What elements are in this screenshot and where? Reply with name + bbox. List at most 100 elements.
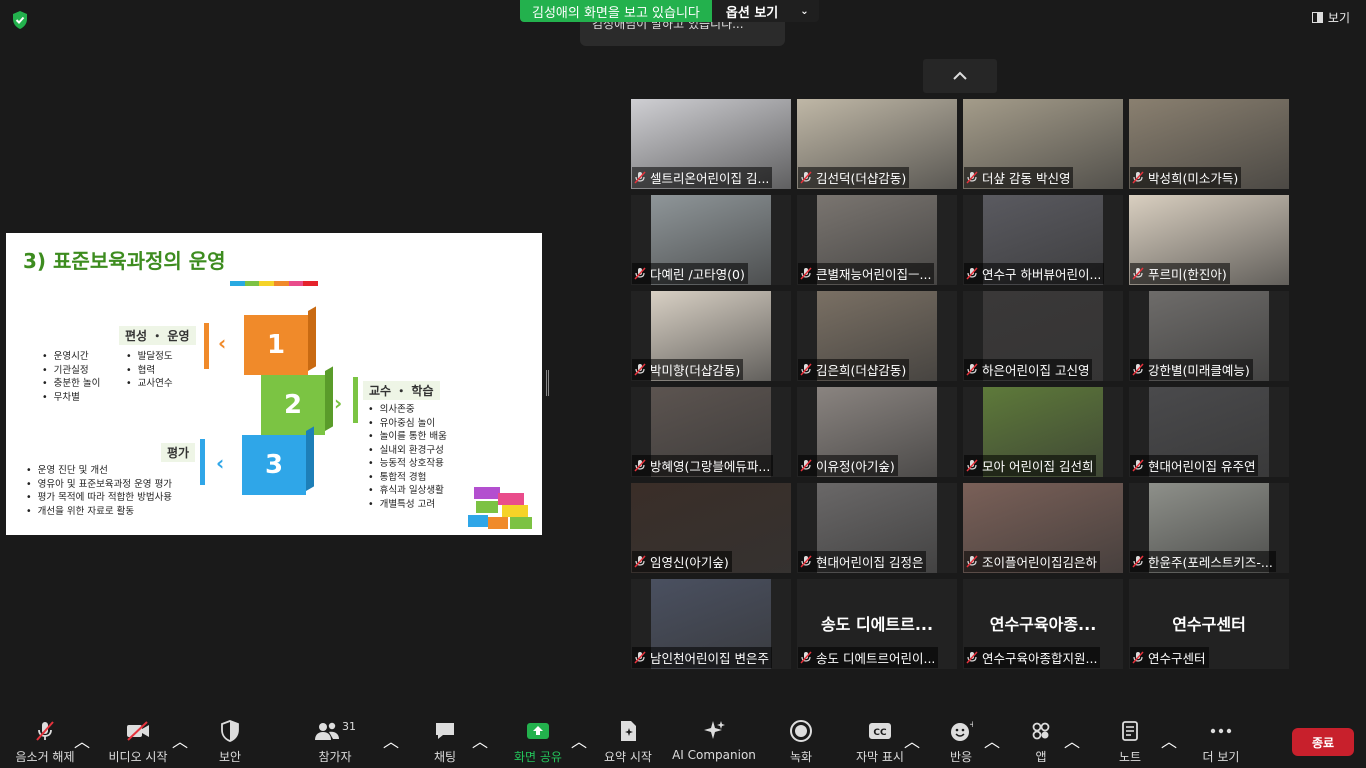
participant-name-label: 연수구육아종합지원...	[982, 651, 1098, 666]
color-strip-segment	[303, 281, 319, 286]
unmute-label: 음소거 해제	[15, 750, 75, 764]
section3-label: 평가	[161, 443, 196, 462]
chat-caret-icon[interactable]: ︿	[472, 728, 488, 752]
participants-caret-icon[interactable]: ︿	[383, 728, 399, 752]
mic-muted-icon	[800, 555, 812, 568]
participant-display-name: 송도 디에트르...	[820, 615, 934, 634]
audio-options-caret-icon[interactable]: ︿	[74, 728, 90, 752]
participant-tile[interactable]: 연수구센터 연수구센터	[1129, 579, 1289, 669]
mic-muted-icon	[966, 267, 978, 280]
view-layout-button[interactable]: 보기	[1311, 9, 1350, 26]
color-strip-segment	[274, 281, 289, 286]
chevron-down-icon: ⌄	[800, 5, 809, 17]
participant-tile[interactable]: 송도 디에트르... 송도 디에트르어린이...	[797, 579, 957, 669]
section1-bar	[204, 323, 209, 369]
participant-name-label: 현대어린이집 김정은	[816, 555, 924, 570]
participant-name-label: 임영신(아기숲)	[650, 555, 729, 570]
participant-tile[interactable]: 한윤주(포레스트키즈-...	[1129, 483, 1289, 573]
participant-name-tag: 김은희(더샵감동)	[798, 359, 910, 380]
chat-bubble-icon	[436, 723, 454, 739]
participant-tile[interactable]: 푸르미(한진아)	[1129, 195, 1289, 285]
shared-screen-slide: 3) 표준보육과정의 운영 편성 ・ 운영 ‹ 운영시간기관실정충분한 놀이무차…	[6, 233, 542, 535]
participant-name-label: 한윤주(포레스트키즈-...	[1148, 555, 1273, 570]
participants-button[interactable]: 31 참가자	[290, 718, 380, 765]
participant-display-name: 연수구센터	[1172, 615, 1246, 634]
participant-name-label: 남인천어린이집 변은주	[650, 651, 769, 666]
participant-name-label: 조이플어린이집김은하	[982, 555, 1098, 570]
participant-tile[interactable]: 다예린 /고타영(0)	[631, 195, 791, 285]
participant-name-tag: 박미향(더샵감동)	[632, 359, 744, 380]
participant-name-tag: 연수구육아종합지원...	[964, 647, 1101, 668]
participant-tile[interactable]: 강한별(미래클예능)	[1129, 291, 1289, 381]
encryption-shield-icon[interactable]	[10, 10, 30, 30]
participant-name-tag: 더샾 감동 박신영	[964, 167, 1074, 188]
participant-tile[interactable]: 현대어린이집 김정은	[797, 483, 957, 573]
participant-name-label: 김선덕(더샵감동)	[816, 171, 907, 186]
record-label: 녹화	[789, 750, 813, 764]
split-resize-handle[interactable]	[546, 370, 549, 396]
mic-muted-icon	[800, 171, 812, 184]
participant-name-tag: 이유정(아기숲)	[798, 455, 898, 476]
step-block-3: 3	[242, 435, 306, 495]
layout-grid-icon	[1311, 12, 1323, 23]
participant-tile[interactable]: 더샾 감동 박신영	[963, 99, 1123, 189]
participant-name-tag: 현대어린이집 유주연	[1130, 455, 1259, 476]
apps-caret-icon[interactable]: ︿	[1064, 728, 1080, 752]
record-button[interactable]: 녹화	[756, 718, 846, 765]
participant-name-tag: 큰별재능어린이집ㅡ...	[798, 263, 935, 284]
participant-name-tag: 임영신(아기숲)	[632, 551, 732, 572]
viewing-share-label: 김성애의 화면을 보고 있습니다	[520, 0, 712, 22]
participant-tile[interactable]: 박성희(미소가득)	[1129, 99, 1289, 189]
zoom-meeting-window: 김성애님이 말하고 있습니다... 김성애의 화면을 보고 있습니다 옵션 보기…	[0, 0, 1366, 768]
mic-muted-icon	[634, 651, 646, 664]
security-button[interactable]: 보안	[185, 718, 275, 765]
mic-muted-icon	[966, 171, 978, 184]
step-block-2: 2	[261, 375, 325, 435]
participant-tile[interactable]: 셀트리온어린이집 김...	[631, 99, 791, 189]
chevron-right-icon: ›	[334, 391, 343, 415]
participant-tile[interactable]: 연수구 하버뷰어린이...	[963, 195, 1123, 285]
participant-name-label: 박성희(미소가득)	[1148, 171, 1239, 186]
more-button[interactable]: 더 보기	[1176, 718, 1266, 765]
collapse-gallery-button[interactable]	[923, 59, 997, 93]
mic-muted-icon	[800, 651, 812, 664]
participant-tile[interactable]: 김선덕(더샵감동)	[797, 99, 957, 189]
participant-tile[interactable]: 임영신(아기숲)	[631, 483, 791, 573]
color-strip	[230, 281, 319, 286]
step-block-1: 1	[244, 315, 308, 375]
start-summary-button[interactable]: 요약 시작	[583, 718, 673, 765]
participant-tile[interactable]: 현대어린이집 유주연	[1129, 387, 1289, 477]
color-strip-segment	[288, 281, 304, 286]
participant-tile[interactable]: 연수구육아종... 연수구육아종합지원...	[963, 579, 1123, 669]
participant-name-tag: 다예린 /고타영(0)	[632, 263, 748, 284]
mic-muted-icon	[36, 721, 54, 741]
notes-caret-icon[interactable]: ︿	[1161, 728, 1177, 752]
captions-cc-icon: CC	[869, 723, 891, 739]
participant-tile[interactable]: 남인천어린이집 변은주	[631, 579, 791, 669]
participant-tile[interactable]: 박미향(더샵감동)	[631, 291, 791, 381]
mic-muted-icon	[634, 363, 646, 376]
camera-off-icon	[127, 721, 149, 741]
participant-tile[interactable]: 이유정(아기숲)	[797, 387, 957, 477]
participant-tile[interactable]: 방혜영(그랑블에듀파...	[631, 387, 791, 477]
participant-tile[interactable]: 큰별재능어린이집ㅡ...	[797, 195, 957, 285]
view-options-label: 옵션 보기	[725, 5, 779, 21]
participant-name-label: 연수구 하버뷰어린이...	[982, 267, 1102, 282]
ai-companion-button[interactable]: AI Companion	[669, 718, 759, 762]
security-shield-icon	[221, 720, 239, 742]
participant-tile[interactable]: 모아 어린이집 김선희	[963, 387, 1123, 477]
participant-name-label: 다예린 /고타영(0)	[650, 267, 745, 282]
participant-name-label: 강한별(미래클예능)	[1148, 363, 1250, 378]
end-meeting-button[interactable]: 종료	[1292, 728, 1354, 756]
view-options-button[interactable]: 옵션 보기 ⌄	[711, 0, 819, 22]
chevron-left-icon: ‹	[218, 331, 227, 355]
participant-name-label: 현대어린이집 유주연	[1148, 459, 1256, 474]
participant-name-label: 하은어린이집 고신영	[982, 363, 1090, 378]
participant-tile[interactable]: 하은어린이집 고신영	[963, 291, 1123, 381]
participant-tile[interactable]: 김은희(더샵감동)	[797, 291, 957, 381]
color-strip-segment	[230, 281, 245, 286]
share-screen-button[interactable]: 화면 공유	[493, 718, 583, 765]
participant-name-label: 김은희(더샵감동)	[816, 363, 907, 378]
participant-tile[interactable]: 조이플어린이집김은하	[963, 483, 1123, 573]
start-video-button[interactable]: 비디오 시작	[93, 718, 183, 765]
